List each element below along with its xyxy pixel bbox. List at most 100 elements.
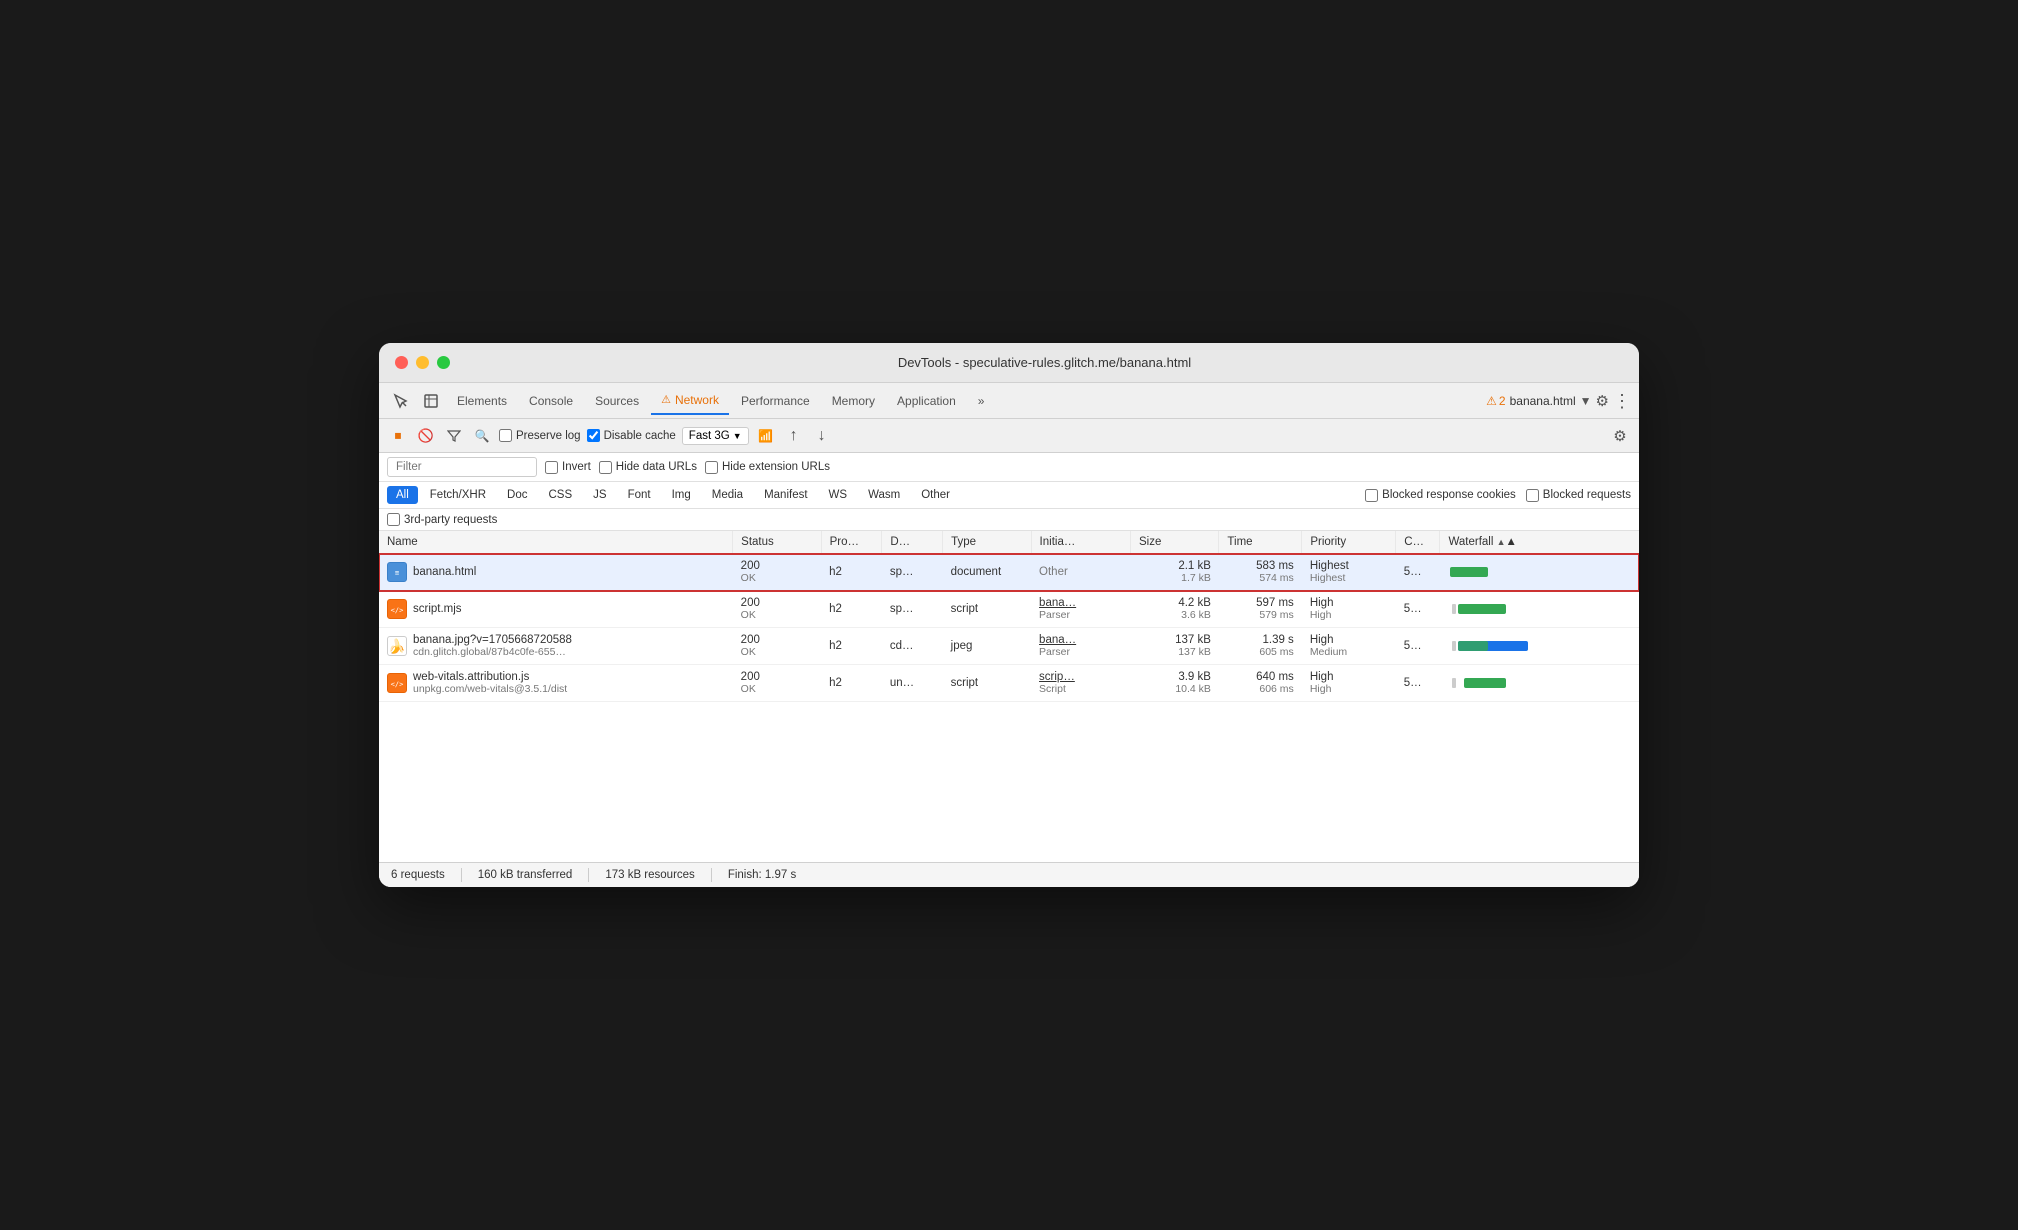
name-cell: ≡ banana.html — [379, 554, 733, 591]
preserve-log-label[interactable]: Preserve log — [499, 429, 581, 442]
transferred-size: 160 kB transferred — [478, 869, 573, 881]
third-party-label[interactable]: 3rd-party requests — [387, 513, 1631, 526]
blocked-cookies-checkbox[interactable] — [1365, 489, 1378, 502]
table-body: ≡ banana.html 200 OK — [379, 554, 1639, 702]
page-context-chevron[interactable]: ▼ — [1580, 394, 1592, 408]
page-context[interactable]: banana.html — [1510, 394, 1576, 408]
stop-recording-button[interactable]: ⏹ — [387, 425, 409, 447]
row1-status-sub: OK — [741, 572, 813, 584]
col-header-status[interactable]: Status — [733, 531, 821, 554]
network-settings-icon[interactable]: ⚙ — [1609, 425, 1631, 447]
disable-cache-checkbox[interactable] — [587, 429, 600, 442]
close-button[interactable] — [395, 356, 408, 369]
download-icon[interactable]: ↓ — [811, 425, 833, 447]
devtools-more-icon[interactable]: ⋮ — [1613, 392, 1631, 410]
tab-application[interactable]: Application — [887, 387, 966, 415]
filter-doc-button[interactable]: Doc — [498, 486, 536, 504]
col-header-waterfall[interactable]: Waterfall ▲ — [1440, 531, 1639, 554]
waterfall-bar-row2 — [1458, 604, 1506, 614]
size-cell: 2.1 kB 1.7 kB — [1131, 554, 1219, 591]
cursor-icon[interactable] — [387, 387, 415, 415]
filter-fetch-xhr-button[interactable]: Fetch/XHR — [421, 486, 495, 504]
filter-css-button[interactable]: CSS — [539, 486, 581, 504]
filter-js-button[interactable]: JS — [584, 486, 615, 504]
upload-icon[interactable]: ↑ — [783, 425, 805, 447]
warning-badge[interactable]: ⚠ 2 — [1486, 394, 1505, 408]
col-header-cache[interactable]: C… — [1396, 531, 1440, 554]
col-header-size[interactable]: Size — [1131, 531, 1219, 554]
col-header-type[interactable]: Type — [943, 531, 1031, 554]
filter-all-button[interactable]: All — [387, 486, 418, 504]
title-bar: DevTools - speculative-rules.glitch.me/b… — [379, 343, 1639, 383]
blocked-requests-label[interactable]: Blocked requests — [1526, 489, 1631, 502]
col-header-name[interactable]: Name — [379, 531, 733, 554]
minimize-button[interactable] — [416, 356, 429, 369]
row1-name: banana.html — [413, 566, 476, 578]
col-header-time[interactable]: Time — [1219, 531, 1302, 554]
tab-more[interactable]: » — [968, 387, 995, 415]
table-row[interactable]: ≡ banana.html 200 OK — [379, 554, 1639, 591]
throttle-chevron-icon: ▼ — [733, 431, 742, 441]
filter-wasm-button[interactable]: Wasm — [859, 486, 909, 504]
tab-sources[interactable]: Sources — [585, 387, 649, 415]
file-icon-img: 🍌 — [387, 636, 407, 656]
status-divider-1 — [461, 868, 462, 882]
type-filter-right: Blocked response cookies Blocked request… — [1365, 489, 1631, 502]
disable-cache-label[interactable]: Disable cache — [587, 429, 676, 442]
filter-media-button[interactable]: Media — [703, 486, 752, 504]
tab-network[interactable]: Network — [651, 387, 729, 415]
table-row[interactable]: </> script.mjs 200 OK — [379, 591, 1639, 628]
devtools-body: Elements Console Sources Network Perform… — [379, 383, 1639, 887]
domain-cell: sp… — [882, 554, 943, 591]
filter-ws-button[interactable]: WS — [820, 486, 857, 504]
filter-font-button[interactable]: Font — [619, 486, 660, 504]
waterfall-bar-row1 — [1450, 567, 1488, 577]
filter-input[interactable] — [387, 457, 537, 477]
filter-other-button[interactable]: Other — [912, 486, 959, 504]
third-party-checkbox[interactable] — [387, 513, 400, 526]
table-row[interactable]: 🍌 banana.jpg?v=1705668720588 cdn.glitch.… — [379, 628, 1639, 665]
filter-bar: Invert Hide data URLs Hide extension URL… — [379, 453, 1639, 482]
tab-performance[interactable]: Performance — [731, 387, 820, 415]
row2-initiator-sub: Parser — [1039, 609, 1122, 621]
col-header-protocol[interactable]: Pro… — [821, 531, 882, 554]
blocked-cookies-text: Blocked response cookies — [1382, 489, 1516, 501]
table-row[interactable]: </> web-vitals.attribution.js unpkg.com/… — [379, 665, 1639, 702]
blocked-requests-text: Blocked requests — [1543, 489, 1631, 501]
hide-data-urls-checkbox[interactable] — [599, 461, 612, 474]
search-button[interactable]: 🔍 — [471, 425, 493, 447]
toolbar: ⏹ 🚫 🔍 Preserve log Disable cache Fast 3G… — [379, 419, 1639, 453]
row2-initiator[interactable]: bana… — [1039, 597, 1122, 609]
file-icon-html: ≡ — [387, 562, 407, 582]
status-divider-2 — [588, 868, 589, 882]
throttle-select[interactable]: Fast 3G ▼ — [682, 427, 749, 445]
traffic-lights — [395, 356, 450, 369]
hide-extension-label[interactable]: Hide extension URLs — [705, 461, 830, 474]
row1-time2: 574 ms — [1227, 572, 1294, 584]
maximize-button[interactable] — [437, 356, 450, 369]
blocked-cookies-label[interactable]: Blocked response cookies — [1365, 489, 1516, 502]
filter-button[interactable] — [443, 425, 465, 447]
no-throttle-icon[interactable]: 📶 — [755, 425, 777, 447]
col-header-priority[interactable]: Priority — [1302, 531, 1396, 554]
tab-console[interactable]: Console — [519, 387, 583, 415]
devtools-settings-icon[interactable]: ⚙ — [1596, 392, 1609, 410]
tab-memory[interactable]: Memory — [822, 387, 885, 415]
col-header-initiator[interactable]: Initia… — [1031, 531, 1130, 554]
filter-img-button[interactable]: Img — [663, 486, 700, 504]
tab-elements[interactable]: Elements — [447, 387, 517, 415]
row1-size2: 1.7 kB — [1139, 572, 1211, 584]
hide-data-urls-label[interactable]: Hide data URLs — [599, 461, 697, 474]
blocked-requests-checkbox[interactable] — [1526, 489, 1539, 502]
col-header-domain[interactable]: D… — [882, 531, 943, 554]
invert-label[interactable]: Invert — [545, 461, 591, 474]
svg-text:</>: </> — [391, 607, 404, 615]
invert-checkbox[interactable] — [545, 461, 558, 474]
hide-extension-checkbox[interactable] — [705, 461, 718, 474]
clear-button[interactable]: 🚫 — [415, 425, 437, 447]
inspect-icon[interactable] — [417, 387, 445, 415]
hide-data-urls-text: Hide data URLs — [616, 461, 697, 473]
filter-manifest-button[interactable]: Manifest — [755, 486, 816, 504]
row3-name-sub: cdn.glitch.global/87b4c0fe-655… — [413, 646, 572, 658]
preserve-log-checkbox[interactable] — [499, 429, 512, 442]
